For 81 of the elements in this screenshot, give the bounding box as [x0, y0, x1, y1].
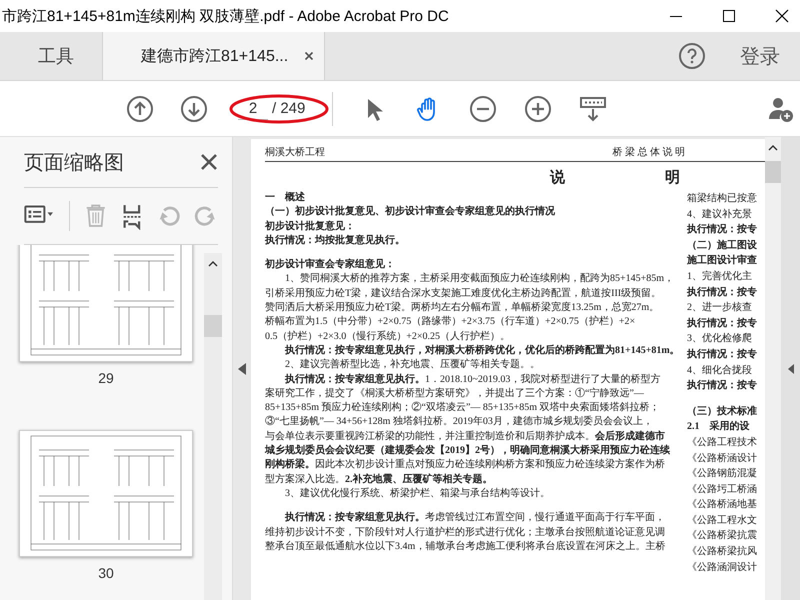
close-icon[interactable]	[774, 8, 790, 24]
page-header: 桐溪大桥工程	[265, 146, 325, 159]
text-line: 《公路工程技术	[687, 436, 757, 450]
text-line: 执行情况：按专	[687, 286, 757, 300]
text-line: 执行情况：按专	[687, 348, 757, 362]
zoom-out-icon[interactable]	[469, 94, 497, 122]
text-line: 《公路桥涵地基	[687, 498, 757, 512]
text-line: ③“七里扬帆”— 34+56+128m 独塔斜拉桥。2019年03月，建德市城乡规划委员会会议上，	[265, 415, 654, 430]
text-line: 维持初步设计不变，下阶段针对人行道护栏的形式进行优化；主墩承台按照航道论证意见调	[265, 526, 666, 540]
text-line: 整承台顶至最低通航水位以下3.4m，辅墩承台考虑施工便利将承台底设置在河床之上。主桥	[265, 540, 666, 554]
scroll-up-icon[interactable]	[768, 145, 778, 151]
panel-title: 页面缩略图	[24, 150, 124, 176]
arrow-down-circle-icon[interactable]	[180, 94, 208, 122]
text-line: 一 概述	[265, 191, 306, 205]
page-number: 29	[98, 370, 114, 386]
text-line: 0.5（护栏）+2×3.0（慢行系统）+2×0.25（人行护栏）。	[265, 330, 512, 344]
text-line: 《公路圬工桥涵	[687, 482, 757, 497]
text-line: 3、建议优化慢行系统、桥梁护栏、箱梁与承台结构等设计。	[284, 486, 551, 501]
maximize-icon[interactable]	[721, 8, 737, 24]
text-line: （二）施工图设	[687, 238, 757, 253]
text-line: 桥幅布置为1.5（中分带）+2×0.75（路缘带）+2×3.75（行车道）+2×0.75（护栏）+2×	[265, 315, 636, 330]
page-number: 30	[98, 565, 114, 581]
text-line: 《公路桥梁抗风	[687, 544, 757, 560]
text-line: 刚构桥梁。因此本次初步设计重点对预应力砼连续刚构桥方案和预应力砼连续梁方案作为桥	[265, 458, 666, 472]
text-line: 《公路工程水文	[687, 514, 757, 528]
text-line: 执行情况：按专	[687, 378, 757, 394]
page-thumbnail[interactable]	[19, 430, 193, 557]
arrow-up-circle-icon[interactable]	[126, 94, 154, 122]
text-line: 赞同洒后大桥采用预应力砼T梁。两桥均左右分幅布置，单幅桥梁宽度13.25m，总宽27m。	[265, 301, 660, 316]
text-line: 执行情况：按专家组意见执行，对桐溪大桥桥跨优化，优化后的桥跨配置为81+145+81m。	[284, 344, 677, 358]
close-icon[interactable]	[304, 51, 314, 61]
text-line: 施工图设计审查	[687, 253, 757, 268]
scrollbar[interactable]	[765, 137, 781, 600]
help-icon[interactable]	[678, 42, 706, 70]
page-header: 桥 梁 总 体 说 明	[612, 146, 685, 159]
page-count: / 249	[272, 100, 306, 117]
text-line: 4、细化合拢段	[687, 364, 753, 378]
document-title: 说	[550, 168, 565, 187]
keyboard-arrow-icon[interactable]	[579, 94, 607, 122]
text-line: 案研究工作，提交了《桐溪大桥桥型方案研究》，并提出了三个方案：①“宁静致远”—	[265, 386, 645, 401]
text-line: 初步设计审查会专家组意见：	[265, 258, 396, 272]
zoom-in-icon[interactable]	[524, 94, 552, 122]
collapse-right-icon[interactable]	[788, 364, 794, 374]
text-line: 城乡规划委员会会议纪要（建规委会发【2019】2号），明确同意桐溪大桥采用预应力砼连续	[265, 444, 671, 458]
text-line: 《公路涵洞设计	[687, 560, 757, 575]
text-line: 4、建议补充景	[687, 208, 753, 222]
text-line: 3、优化检修爬	[687, 332, 753, 346]
page-thumbnail[interactable]	[19, 245, 193, 362]
text-line: 初步设计批复意见：	[265, 220, 356, 234]
scroll-thumb[interactable]	[765, 161, 781, 183]
text-line: 2、进一步核查	[687, 300, 753, 316]
text-line: 执行情况：按专家组意见执行。考虑管线过江布置空间，慢行通道平面高于行车平面，	[284, 511, 666, 526]
text-line: 箱梁结构已按意	[687, 192, 757, 206]
scroll-up-icon[interactable]	[208, 261, 218, 267]
text-line: 1、赞同桐溪大桥的推荐方案，主桥采用变截面预应力砼连续刚构，配跨为85+145+85m，	[284, 272, 676, 286]
collapse-left-icon[interactable]	[238, 362, 246, 374]
tab[interactable]: 建德市跨江81+145...	[102, 32, 326, 80]
text-line: 1、完善优化主	[687, 270, 753, 284]
text-line: （一）初步设计批复意见、初步设计审查会专家组意见的执行情况	[265, 205, 556, 220]
text-line: 执行情况：按专	[687, 316, 757, 331]
text-line: 85+135+85m 预应力砼连续刚构；②“双塔凌云”— 85+135+85m 双塔中央索面矮塔斜拉桥；	[265, 401, 660, 416]
text-line: 《公路桥涵设计	[687, 452, 757, 466]
text-line: 2、建议完善桥型比选，补充地震、压覆矿等相关专题。。	[284, 358, 541, 372]
text-line: （三）技术标准	[687, 404, 757, 419]
close-icon[interactable]	[200, 153, 218, 171]
text-line: 《公路桥梁抗震	[687, 528, 757, 544]
text-line: 执行情况：均按批复意见执行。	[265, 234, 406, 248]
tab[interactable]: 工具	[0, 32, 102, 80]
page-split-icon[interactable]	[121, 202, 143, 230]
scroll-thumb[interactable]	[204, 315, 222, 337]
text-line: 2.1 采用的设	[687, 420, 750, 434]
window-title: 市跨江81+145+81m连续刚构 双肢薄壁.pdf - Adobe Acrobat Pro DC	[1, 6, 449, 26]
text-line: 执行情况：按专	[687, 222, 757, 238]
text-line: 型方案深入比选。2.补充地震、压覆矿等相关专题。	[265, 472, 494, 487]
scrollbar[interactable]	[204, 253, 222, 600]
document-title: 明	[665, 168, 680, 187]
text-line: 执行情况：按专家组意见执行。1．2018.10~2019.03，我院对桥型进行了大量的桥型方	[284, 372, 662, 387]
text-line: 引桥采用预应力砼T梁，建议结合深水支架施工难度优化主桥边跨配置，航道按III级预留。	[265, 286, 662, 301]
login-button[interactable]: 登录	[730, 32, 800, 80]
text-line: 《公路钢筋混凝	[687, 466, 757, 482]
text-line: 与会单位表示要重视跨江桥梁的功能性，并注重控制造价和后期养护成本。会后形成建德市	[265, 430, 666, 444]
